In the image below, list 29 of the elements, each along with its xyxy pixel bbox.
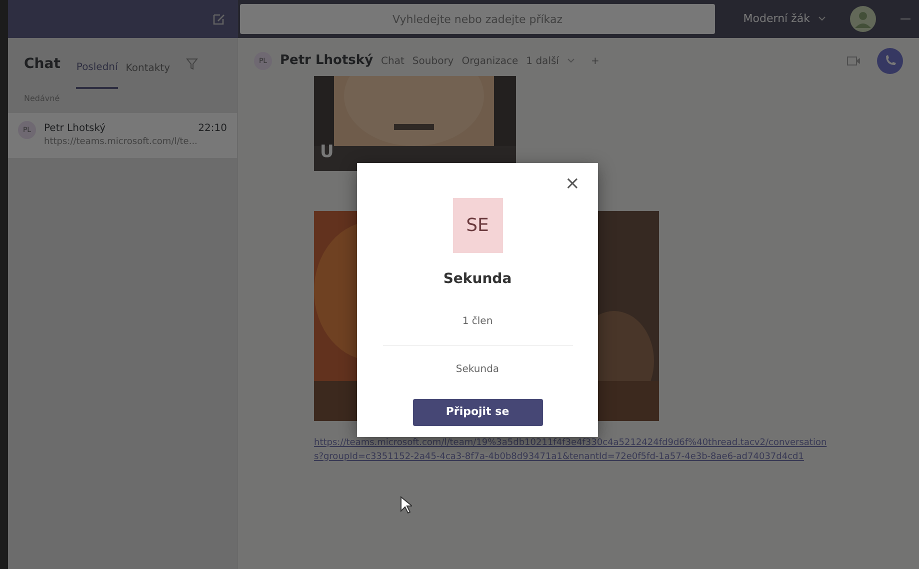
cursor-icon (400, 496, 412, 514)
phone-icon[interactable] (877, 48, 903, 74)
tab[interactable]: Soubory (412, 54, 454, 68)
panel-title: Chat (24, 55, 60, 74)
member-count: 1 člen (462, 315, 493, 329)
add-tab-button[interactable]: + (590, 54, 600, 68)
message-link[interactable]: https://teams.microsoft.com/l/team/19%3a5db10211f4f3e4f330c4a5212424fd9d6f%40thread.tacv2/conversations?groupId=c3351152-2a45-4ca3-8f7a-4b0b8d93471a1&tenantId=72e0f5fd-1a57-4e3b-8ae6-ad74037d4cd1 (314, 437, 834, 464)
tab[interactable]: Kontakty (126, 58, 170, 89)
chevron-down-icon (566, 58, 575, 64)
avatar-icon[interactable] (850, 6, 876, 32)
tab[interactable]: Poslední (76, 58, 118, 89)
minimize-button[interactable]: — (900, 10, 911, 28)
account-menu[interactable]: Moderní žák (743, 10, 810, 28)
chat-time: 22:10 (198, 122, 227, 136)
compose-icon[interactable] (212, 12, 226, 26)
tab[interactable]: 1 další (526, 54, 559, 68)
team-name: Sekunda (443, 270, 512, 289)
tab[interactable]: Organizace (462, 54, 518, 68)
conversation-title: Petr Lhotský (280, 52, 374, 70)
join-button[interactable]: Připojit se (412, 399, 542, 426)
close-button[interactable]: × (564, 175, 580, 193)
contact-name: Petr Lhotský (44, 122, 106, 136)
video-icon[interactable] (847, 56, 861, 66)
team-description: Sekunda (456, 363, 500, 377)
chevron-down-icon (818, 16, 826, 22)
filter-icon[interactable] (186, 58, 198, 70)
tab[interactable]: Chat (381, 54, 404, 68)
team-avatar: SE (452, 198, 502, 253)
card-title: U (320, 140, 334, 164)
